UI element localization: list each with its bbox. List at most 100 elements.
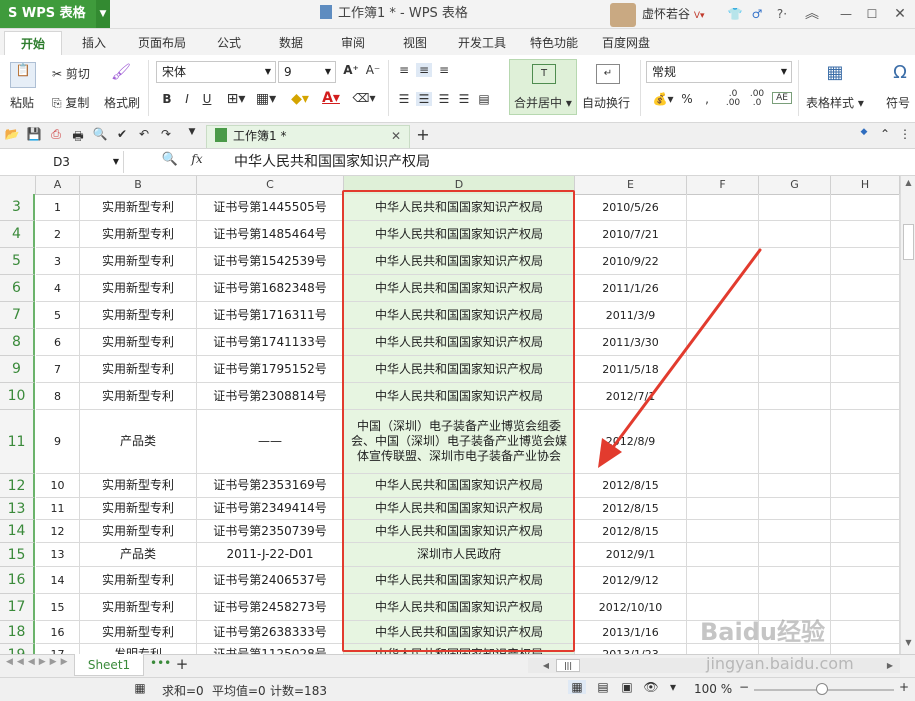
column-header-b[interactable]: B [80, 176, 197, 194]
share-icon[interactable]: ♂ [748, 0, 766, 28]
cell-d[interactable]: 中华人民共和国国家知识产权局 [344, 194, 575, 221]
font-name-select[interactable]: 宋体 ▼ [156, 61, 276, 83]
cell-f[interactable] [687, 543, 759, 567]
cell-c[interactable]: 证书号第2349414号 [197, 498, 344, 520]
cell-g[interactable] [759, 567, 831, 594]
cell-a[interactable]: 9 [36, 410, 80, 474]
print-icon[interactable]: 🖶 [70, 127, 86, 148]
cell-h[interactable] [831, 594, 900, 621]
collapse-ribbon-icon[interactable]: ︽ [800, 0, 824, 28]
cell-b[interactable]: 实用新型专利 [80, 329, 197, 356]
minimize-icon[interactable]: — [834, 0, 858, 28]
scroll-up-icon[interactable]: ▲ [903, 178, 914, 190]
cell-a[interactable]: 6 [36, 329, 80, 356]
cell-c[interactable]: 证书号第2350739号 [197, 520, 344, 543]
align-top-icon[interactable]: ≡ [396, 63, 412, 77]
format-painter-icon[interactable]: 🖌 [108, 62, 134, 86]
tab-baidu-netdisk[interactable]: 百度网盘 [596, 31, 656, 55]
app-menu-button[interactable]: S WPS 表格 [0, 0, 96, 28]
normal-view-icon[interactable]: ▦ [568, 680, 586, 694]
comma-icon[interactable]: , [700, 92, 714, 106]
ribbon-settings-icon[interactable]: ⋮ [898, 127, 912, 141]
cell-h[interactable] [831, 248, 900, 275]
cell-a[interactable]: 11 [36, 498, 80, 520]
cell-a[interactable]: 2 [36, 221, 80, 248]
cell-b[interactable]: 实用新型专利 [80, 248, 197, 275]
sheet-navigation-icons[interactable]: ◀◀◀▶▶▶ [6, 657, 68, 667]
currency-icon[interactable]: 💰▾ [650, 92, 676, 106]
close-tab-icon[interactable]: ✕ [391, 126, 401, 147]
cell-d[interactable]: 深圳市人民政府 [344, 543, 575, 567]
tab-review[interactable]: 审阅 [330, 31, 376, 55]
font-size-select[interactable]: 9 ▼ [278, 61, 336, 83]
cell-h[interactable] [831, 194, 900, 221]
tab-data[interactable]: 数据 [268, 31, 314, 55]
cell-a[interactable]: 10 [36, 474, 80, 498]
cell-d[interactable]: 中国（深圳）电子装备产业博览会组委会、中国（深圳）电子装备产业博览会媒体宣传联盟… [344, 410, 575, 474]
italic-icon[interactable]: I [180, 92, 194, 106]
paste-icon[interactable]: 📋 [10, 62, 36, 88]
cell-b[interactable]: 实用新型专利 [80, 474, 197, 498]
row-header[interactable]: 14 [0, 520, 35, 543]
border-icon[interactable]: ⊞▾ [224, 91, 248, 107]
align-right-icon[interactable]: ☰ [436, 92, 452, 106]
print-preview-icon[interactable]: 🔍 [92, 127, 108, 141]
formula-input[interactable]: 中华人民共和国国家知识产权局 [234, 151, 430, 173]
cell-d[interactable]: 中华人民共和国国家知识产权局 [344, 621, 575, 644]
document-tab[interactable]: 工作簿1 * ✕ [206, 125, 410, 148]
cell-e[interactable]: 2012/8/15 [575, 520, 687, 543]
zoom-slider-thumb[interactable] [816, 683, 828, 695]
column-header-c[interactable]: C [197, 176, 344, 194]
open-folder-icon[interactable]: 📂 [4, 127, 20, 141]
cell-h[interactable] [831, 498, 900, 520]
cell-a[interactable]: 4 [36, 275, 80, 302]
select-all-corner[interactable] [0, 176, 36, 194]
cell-h[interactable] [831, 543, 900, 567]
row-header[interactable]: 16 [0, 567, 35, 594]
font-color-icon[interactable]: A▾ [318, 90, 344, 106]
cell-d[interactable]: 中华人民共和国国家知识产权局 [344, 302, 575, 329]
sync-icon[interactable]: ◆ [858, 127, 870, 137]
row-header[interactable]: 3 [0, 194, 35, 221]
cell-e[interactable]: 2012/9/12 [575, 567, 687, 594]
cell-a[interactable]: 15 [36, 594, 80, 621]
scroll-down-icon[interactable]: ▼ [903, 638, 914, 650]
cell-h[interactable] [831, 275, 900, 302]
cell-d[interactable]: 中华人民共和国国家知识产权局 [344, 329, 575, 356]
new-tab-icon[interactable]: + [414, 125, 432, 144]
tab-home[interactable]: 开始 [4, 31, 62, 56]
cell-h[interactable] [831, 329, 900, 356]
maximize-icon[interactable]: ☐ [860, 0, 884, 28]
column-header-g[interactable]: G [759, 176, 831, 194]
tab-page-layout[interactable]: 页面布局 [132, 31, 192, 55]
column-header-f[interactable]: F [687, 176, 759, 194]
cell-f[interactable] [687, 567, 759, 594]
cell-f[interactable] [687, 520, 759, 543]
cell-c[interactable]: 证书号第1716311号 [197, 302, 344, 329]
cell-d[interactable]: 中华人民共和国国家知识产权局 [344, 356, 575, 383]
cell-h[interactable] [831, 383, 900, 410]
cell-a[interactable]: 12 [36, 520, 80, 543]
row-header[interactable]: 11 [0, 410, 35, 474]
cell-e[interactable]: 2012/8/15 [575, 498, 687, 520]
cell-c[interactable]: 证书号第1795152号 [197, 356, 344, 383]
cell-f[interactable] [687, 194, 759, 221]
cell-b[interactable]: 实用新型专利 [80, 621, 197, 644]
scroll-left-icon[interactable]: ◀ [540, 658, 552, 673]
cell-c[interactable]: 证书号第2638333号 [197, 621, 344, 644]
clear-format-icon[interactable]: ⌫▾ [350, 91, 378, 105]
cell-a[interactable]: 8 [36, 383, 80, 410]
cell-b[interactable]: 实用新型专利 [80, 221, 197, 248]
cell-b[interactable]: 实用新型专利 [80, 594, 197, 621]
cell-b[interactable]: 产品类 [80, 410, 197, 474]
cell-g[interactable] [759, 194, 831, 221]
cell-h[interactable] [831, 474, 900, 498]
number-format-select[interactable]: 常规 ▼ [646, 61, 792, 83]
cell-a[interactable]: 1 [36, 194, 80, 221]
page-layout-view-icon[interactable]: ▤ [594, 680, 612, 694]
insert-function-icon[interactable]: fx [186, 152, 208, 166]
row-header[interactable]: 4 [0, 221, 35, 248]
cell-c[interactable]: 证书号第2458273号 [197, 594, 344, 621]
row-header[interactable]: 7 [0, 302, 35, 329]
tab-formulas[interactable]: 公式 [206, 31, 252, 55]
